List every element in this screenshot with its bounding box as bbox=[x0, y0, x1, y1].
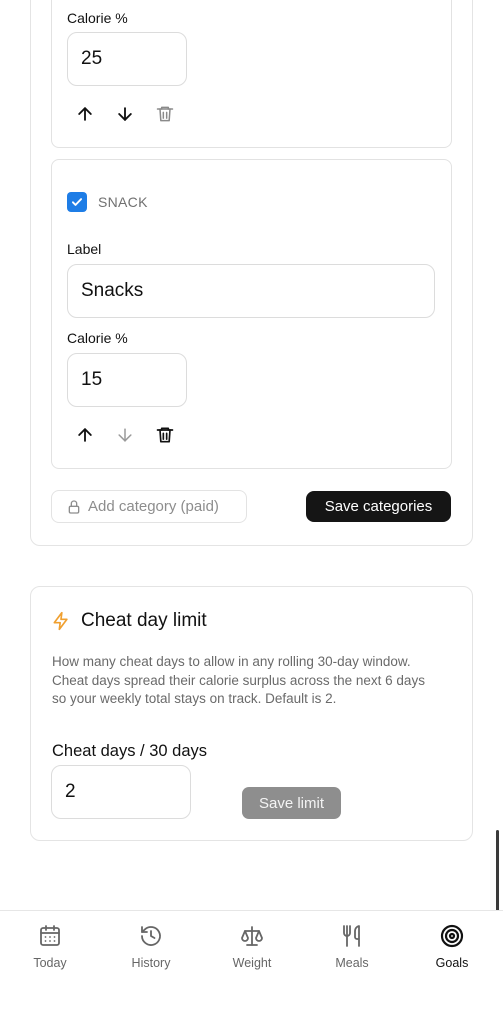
delete-button[interactable] bbox=[154, 424, 176, 446]
nav-label: Meals bbox=[335, 956, 369, 970]
add-category-button[interactable]: Add category (paid) bbox=[51, 490, 247, 523]
arrow-down-icon bbox=[118, 428, 132, 442]
nav-item-weight[interactable]: Weight bbox=[212, 924, 292, 970]
delete-button[interactable] bbox=[154, 103, 176, 125]
history-icon bbox=[141, 926, 161, 946]
lock-icon bbox=[68, 499, 80, 514]
cheat-days-input[interactable]: 2 bbox=[51, 765, 191, 819]
check-icon bbox=[71, 198, 83, 206]
nav-item-today[interactable]: Today bbox=[10, 924, 90, 970]
nav-item-meals[interactable]: Meals bbox=[312, 924, 392, 970]
nav-label: Goals bbox=[435, 956, 469, 970]
cheat-days-label: Cheat days / 30 days bbox=[52, 742, 208, 760]
calorie-percent-label: Calorie % bbox=[67, 330, 128, 346]
save-categories-button[interactable]: Save categories bbox=[306, 491, 451, 522]
cheat-day-description: How many cheat days to allow in any roll… bbox=[52, 654, 425, 706]
category-label-input[interactable]: Snacks bbox=[67, 264, 435, 318]
nav-item-goals[interactable]: Goals bbox=[412, 924, 492, 970]
scale-icon bbox=[241, 926, 263, 946]
move-down-button[interactable] bbox=[114, 103, 136, 125]
label-field-label: Label bbox=[67, 241, 102, 257]
nav-label: Weight bbox=[232, 956, 272, 970]
arrow-up-icon bbox=[78, 107, 92, 121]
nav-item-history[interactable]: History bbox=[111, 924, 191, 970]
utensils-icon bbox=[343, 925, 360, 947]
trash-icon bbox=[156, 427, 174, 443]
category-tag: SNACK bbox=[98, 194, 148, 210]
calendar-icon bbox=[40, 925, 60, 946]
nav-label: History bbox=[131, 956, 171, 970]
trash-icon bbox=[156, 106, 174, 122]
add-category-label: Add category (paid) bbox=[88, 498, 219, 515]
move-down-button[interactable] bbox=[114, 424, 136, 446]
move-up-button[interactable] bbox=[74, 424, 96, 446]
target-icon bbox=[440, 924, 464, 948]
category-enabled-checkbox[interactable] bbox=[67, 192, 87, 212]
move-up-button[interactable] bbox=[74, 103, 96, 125]
lightning-icon bbox=[53, 611, 68, 631]
arrow-up-icon bbox=[78, 428, 92, 442]
arrow-down-icon bbox=[118, 107, 132, 121]
cheat-day-header: Cheat day limit bbox=[51, 610, 207, 632]
nav-label: Today bbox=[33, 956, 67, 970]
calorie-percent-input[interactable]: 15 bbox=[67, 353, 187, 407]
calorie-percent-input[interactable]: 25 bbox=[67, 32, 187, 86]
bottom-nav: Today History Weight Meals Goals bbox=[0, 910, 503, 1024]
cheat-day-title: Cheat day limit bbox=[81, 610, 207, 631]
save-limit-button[interactable]: Save limit bbox=[242, 787, 341, 819]
calorie-percent-label: Calorie % bbox=[67, 10, 128, 26]
